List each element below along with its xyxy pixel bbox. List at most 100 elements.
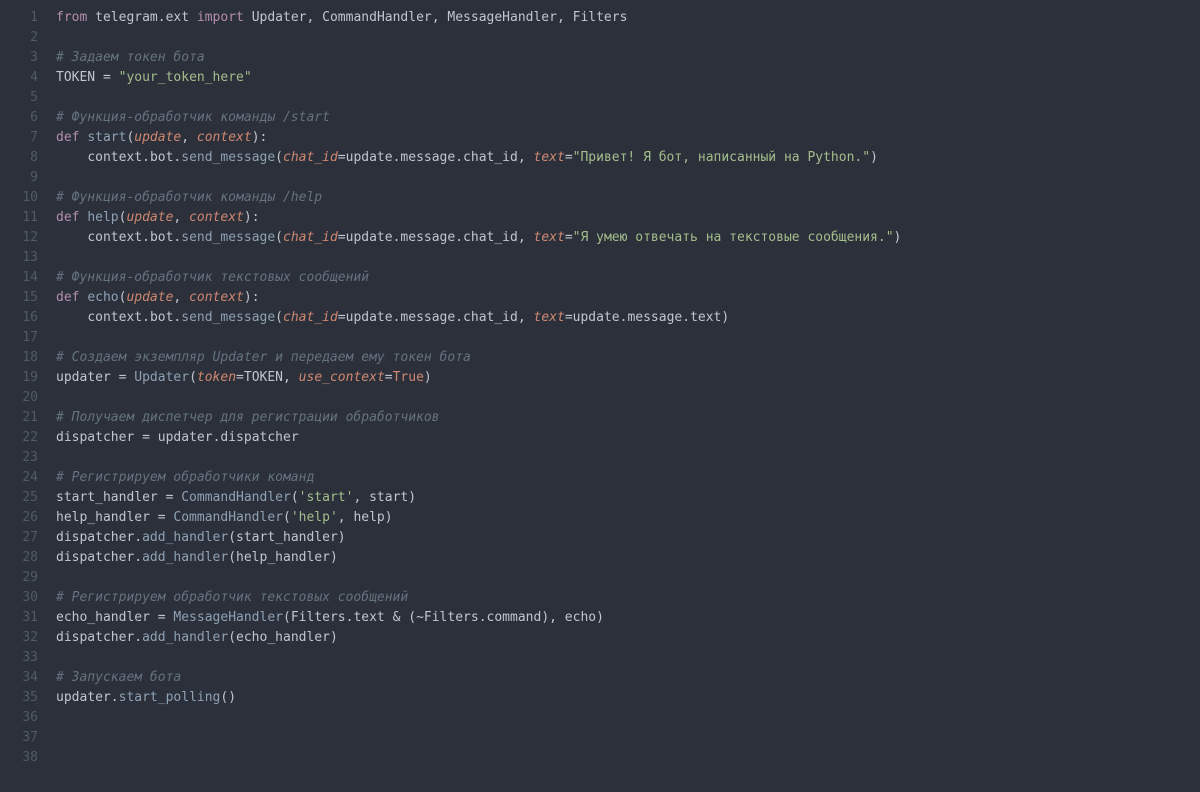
code-token: # Регистрируем обработчик текстовых сооб… [56,590,408,605]
code-line[interactable]: TOKEN = "your_token_here" [56,68,1200,88]
code-line[interactable]: start_handler = CommandHandler('start', … [56,488,1200,508]
code-token: . [134,530,142,545]
code-line[interactable]: dispatcher.add_handler(start_handler) [56,528,1200,548]
code-token: , [432,10,448,25]
code-token: chat_id [283,230,338,245]
code-line[interactable] [56,568,1200,588]
code-line[interactable]: # Получаем диспетчер для регистрации обр… [56,408,1200,428]
code-line[interactable] [56,728,1200,748]
code-token: ) [894,230,902,245]
code-line[interactable]: # Функция-обработчик команды /help [56,188,1200,208]
code-token: MessageHandler [447,10,557,25]
code-token: . [158,10,166,25]
code-line[interactable]: context.bot.send_message(chat_id=update.… [56,148,1200,168]
code-line[interactable]: # Запускаем бота [56,668,1200,688]
code-line[interactable] [56,88,1200,108]
code-token: MessageHandler [173,610,283,625]
code-line[interactable]: # Функция-обработчик команды /start [56,108,1200,128]
code-token: help_handler [236,550,330,565]
code-token: update [126,290,173,305]
code-line[interactable]: updater = Updater(token=TOKEN, use_conte… [56,368,1200,388]
code-token: text [690,310,721,325]
code-token: , [181,130,197,145]
code-line[interactable] [56,328,1200,348]
code-line[interactable]: def echo(update, context): [56,288,1200,308]
code-token: update [573,310,620,325]
code-token: TOKEN [244,370,283,385]
code-token: Filters [424,610,479,625]
code-token: # Функция-обработчик текстовых сообщений [56,270,369,285]
code-token: ) [385,510,393,525]
code-token: echo_handler [56,610,150,625]
code-line[interactable]: dispatcher.add_handler(echo_handler) [56,628,1200,648]
line-number: 13 [0,248,38,268]
code-line[interactable]: # Функция-обработчик текстовых сообщений [56,268,1200,288]
code-line[interactable]: # Задаем токен бота [56,48,1200,68]
code-token: start_polling [119,690,221,705]
code-token: context [87,310,142,325]
code-token: , [557,10,573,25]
code-token: ), [541,610,564,625]
code-line[interactable] [56,168,1200,188]
code-line[interactable]: def start(update, context): [56,128,1200,148]
code-token: dispatcher [56,630,134,645]
code-token: . [134,630,142,645]
code-line[interactable] [56,748,1200,768]
code-token: Filters [291,610,346,625]
code-line[interactable]: def help(update, context): [56,208,1200,228]
code-token: , [518,310,534,325]
code-token: , [518,230,534,245]
code-token: add_handler [142,630,228,645]
code-token: add_handler [142,530,228,545]
code-line[interactable] [56,28,1200,48]
code-token: . [111,690,119,705]
code-line[interactable]: dispatcher.add_handler(help_handler) [56,548,1200,568]
code-editor[interactable]: 1234567891011121314151617181920212223242… [0,8,1200,768]
code-token: dispatcher [56,430,134,445]
line-number: 12 [0,228,38,248]
code-token: bot [150,230,173,245]
code-token: bot [150,310,173,325]
line-number: 3 [0,48,38,68]
code-token: "your_token_here" [119,70,252,85]
code-token: . [142,310,150,325]
code-line[interactable]: updater.start_polling() [56,688,1200,708]
code-line[interactable]: from telegram.ext import Updater, Comman… [56,8,1200,28]
code-token: ( [228,630,236,645]
code-line[interactable] [56,248,1200,268]
code-line[interactable]: # Создаем экземпляр Updater и передаем е… [56,348,1200,368]
code-token [95,70,103,85]
code-token: ) [424,370,432,385]
code-token: updater [56,690,111,705]
code-line[interactable] [56,388,1200,408]
code-line[interactable] [56,648,1200,668]
code-token: 'help' [291,510,338,525]
code-token: bot [150,150,173,165]
line-number: 37 [0,728,38,748]
code-line[interactable]: # Регистрируем обработчик текстовых сооб… [56,588,1200,608]
code-content[interactable]: from telegram.ext import Updater, Comman… [56,8,1200,768]
code-line[interactable]: echo_handler = MessageHandler(Filters.te… [56,608,1200,628]
code-line[interactable]: dispatcher = updater.dispatcher [56,428,1200,448]
code-line[interactable] [56,708,1200,728]
code-line[interactable] [56,448,1200,468]
line-number: 25 [0,488,38,508]
code-token [150,610,158,625]
code-line[interactable]: context.bot.send_message(chat_id=update.… [56,308,1200,328]
code-line[interactable]: # Регистрируем обработчики команд [56,468,1200,488]
line-number: 17 [0,328,38,348]
code-token: update [346,310,393,325]
code-token: updater [56,370,111,385]
code-line[interactable]: context.bot.send_message(chat_id=update.… [56,228,1200,248]
code-token: , [173,210,189,225]
code-token: Updater [134,370,189,385]
code-line[interactable]: help_handler = CommandHandler('help', he… [56,508,1200,528]
line-number: 31 [0,608,38,628]
line-number: 5 [0,88,38,108]
line-number: 16 [0,308,38,328]
code-token: "Привет! Я бот, написанный на Python." [573,150,870,165]
code-token: update [134,130,181,145]
code-token: ): [252,130,268,145]
line-number: 27 [0,528,38,548]
code-token: CommandHandler [322,10,432,25]
